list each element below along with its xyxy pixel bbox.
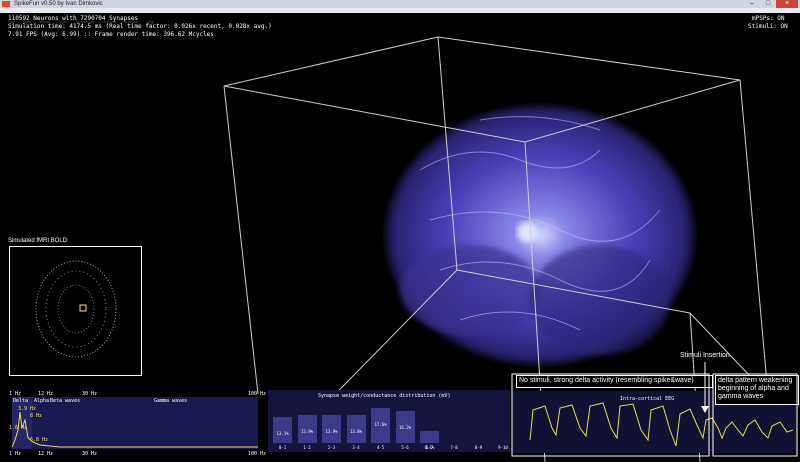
annotation-markers: [511, 362, 798, 457]
